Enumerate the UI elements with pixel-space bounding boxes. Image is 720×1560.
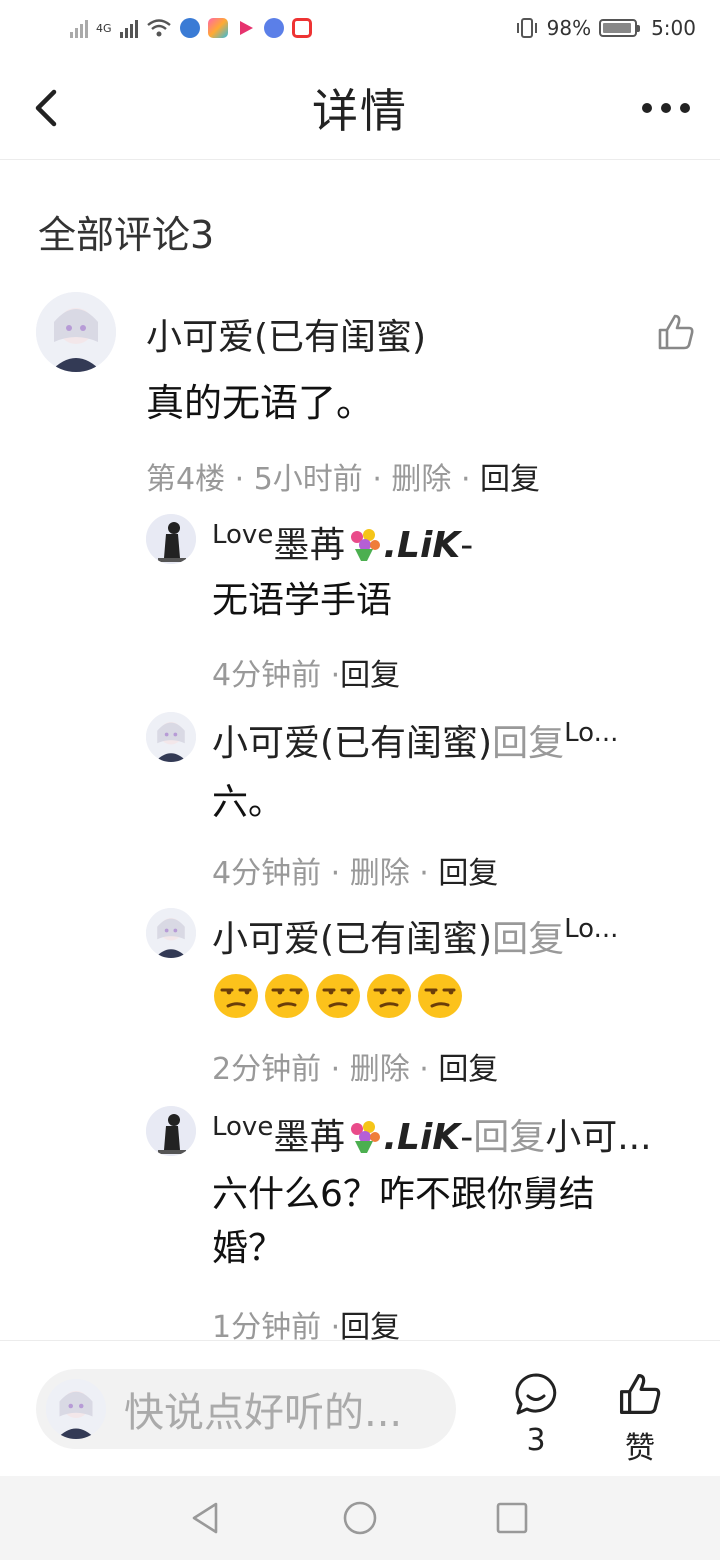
app-store-icon [207,18,228,38]
thumbs-up-icon [619,1373,661,1415]
reply-text: 无语学手语 [212,580,393,621]
reply-item: Love墨苒 .LiK- 无语学手语 4分钟前 ·回复 [146,514,686,693]
more-icon[interactable] [642,96,690,120]
reply-word: 回复 [492,723,565,764]
avatar[interactable] [36,292,116,372]
reply-target: Lo... [564,718,619,748]
back-triangle-icon[interactable] [188,1500,224,1536]
author-dash: - [460,1117,474,1158]
author-suffix: .LiK [383,525,461,566]
reply-item: Love墨苒 .LiK-回复小可... 六什么6？咋不跟你舅结婚？ 1分钟前 ·回… [146,1106,686,1345]
battery-percent: 98% [546,16,592,40]
comment-time: 5小时前 [253,462,363,497]
reply-author[interactable]: 小可爱(已有闺蜜)回复Lo... [212,910,686,962]
author-dash: - [460,525,474,566]
floor-label: 第4楼 [146,462,226,497]
reply-time: 4分钟前 [212,658,322,693]
comment-button[interactable]: 3 [506,1371,566,1458]
reply-author[interactable]: Love墨苒 .LiK-回复小可... [212,1108,686,1160]
reply-text: 六。 [212,782,285,823]
notes-app-icon [291,18,312,38]
status-time: 5:00 [651,16,696,40]
reply-word: 回复 [492,919,565,960]
reply-meta: 2分钟前 · 删除 · 回复 [212,1052,499,1087]
comment-author[interactable]: 小可爱(已有闺蜜) [146,308,426,360]
browser-app-icon [179,18,200,38]
author-suffix: .LiK [383,1117,461,1158]
comment-input[interactable]: 快说点好听的... [36,1369,456,1449]
comment-meta: 第4楼 · 5小时前 · 删除 · 回复 [146,462,541,497]
bottom-bar: 快说点好听的... 3 赞 [0,1340,720,1476]
like-button[interactable]: 赞 [610,1371,670,1467]
status-right: 98% 5:00 [515,16,696,40]
unamused-face-emoji [214,974,258,1018]
reply-word: 回复 [473,1117,546,1158]
unamused-face-emoji [316,974,360,1018]
video-app-icon [239,21,253,35]
like-label: 赞 [625,1431,655,1466]
network-type: 4G [96,21,112,35]
status-left: 4G [70,18,312,38]
author-name: 墨苒 [273,525,346,566]
unamused-face-emoji [367,974,411,1018]
reply-item: 小可爱(已有闺蜜)回复Lo... 2分钟前 · 删除 · 回复 [146,908,686,1088]
avatar [46,1379,106,1439]
comment-text: 真的无语了。 [146,381,375,425]
reply-meta: 4分钟前 ·回复 [212,658,401,693]
music-app-icon [263,18,284,38]
comments-header: 全部评论3 [38,213,215,257]
wifi-icon [146,19,171,37]
reply-target: 小可... [545,1117,652,1158]
reply-emoji-row [212,968,662,1022]
input-placeholder: 快说点好听的... [124,1390,403,1436]
author-name: 小可爱(已有闺蜜) [212,723,493,764]
signal-icon [70,18,88,38]
unamused-face-emoji [418,974,462,1018]
author-prefix: Love [212,520,274,550]
comment-count: 3 [526,1423,546,1458]
avatar[interactable] [146,712,196,762]
reply-link[interactable]: 回复 [438,1052,498,1087]
vibrate-icon [516,18,537,38]
reply-text: 六什么6？咋不跟你舅结婚？ [212,1174,595,1269]
author-name: 墨苒 [273,1117,346,1158]
reply-item: 小可爱(已有闺蜜)回复Lo... 六。 4分钟前 · 删除 · 回复 [146,712,686,892]
reply-time: 2分钟前 [212,1052,322,1087]
reply-time: 4分钟前 [212,856,322,891]
bouquet-emoji [351,529,381,561]
recents-square-icon[interactable] [494,1500,530,1536]
reply-link[interactable]: 回复 [438,856,498,891]
reply-meta: 4分钟前 · 删除 · 回复 [212,856,499,891]
delete-link[interactable]: 删除 [350,1052,410,1087]
status-bar: 4G 98% 5:00 [0,0,720,56]
page-title: 详情 [312,83,408,138]
bouquet-emoji [351,1121,381,1153]
comment-icon [515,1373,557,1415]
avatar[interactable] [146,908,196,958]
back-icon[interactable] [28,86,68,130]
author-prefix: Love [212,1112,274,1142]
reply-link[interactable]: 回复 [340,658,400,693]
system-nav-bar [0,1476,720,1560]
unamused-face-emoji [265,974,309,1018]
home-circle-icon[interactable] [342,1500,378,1536]
avatar[interactable] [146,514,196,564]
author-name: 小可爱(已有闺蜜) [212,919,493,960]
reply-author[interactable]: Love墨苒 .LiK- [212,516,686,568]
signal-icon-2 [119,18,138,38]
delete-link[interactable]: 删除 [350,856,410,891]
top-nav: 详情 [0,56,720,160]
battery-icon [599,19,641,37]
reply-author[interactable]: 小可爱(已有闺蜜)回复Lo... [212,714,686,766]
reply-target: Lo... [564,914,619,944]
like-icon[interactable] [656,312,696,352]
avatar[interactable] [146,1106,196,1156]
delete-link[interactable]: 删除 [391,462,451,497]
reply-link[interactable]: 回复 [480,462,540,497]
